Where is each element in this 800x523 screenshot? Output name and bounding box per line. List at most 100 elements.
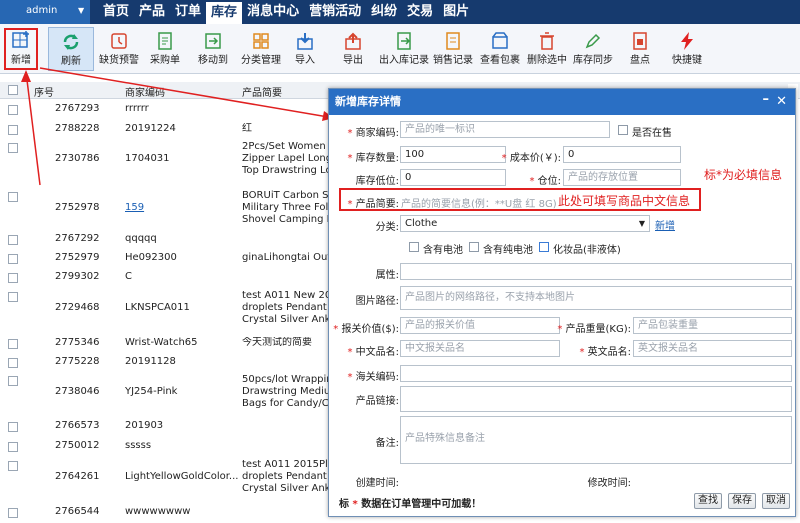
pure-battery-label: 含有纯电池 [483, 245, 533, 256]
row-checkbox[interactable] [8, 508, 18, 518]
brief-note: 此处可填写商品中文信息 [558, 194, 691, 208]
refresh-button[interactable]: 刷新 [48, 27, 94, 71]
row-checkbox[interactable] [8, 192, 18, 202]
purchase-order-button[interactable]: 采购单 [147, 27, 183, 71]
low-stock-input[interactable]: 0 [400, 169, 506, 186]
row-checkbox[interactable] [8, 442, 18, 452]
pure-battery-checkbox[interactable] [469, 242, 479, 252]
stock-check-button[interactable]: 盘点 [626, 27, 654, 71]
row-checkbox[interactable] [8, 273, 18, 283]
cancel-button[interactable]: 取消 [762, 493, 790, 509]
cell-code: YJ254-Pink [125, 386, 178, 397]
nav-trade[interactable]: 交易 [402, 0, 438, 24]
stockout-alert-button[interactable]: 缺货预警 [98, 27, 140, 71]
delete-selected-button[interactable]: 删除选中 [526, 27, 568, 71]
hs-code-input[interactable] [400, 365, 792, 382]
cell-brief: 50pcs/lot Wrapping Drawstring Medium Bag… [242, 374, 328, 409]
cell-id: 2752979 [55, 252, 100, 263]
attr-input[interactable] [400, 263, 792, 280]
chevron-down-icon: ▼ [638, 219, 645, 228]
nav-dispute[interactable]: 纠纷 [366, 0, 402, 24]
save-button[interactable]: 保存 [728, 493, 756, 509]
import-icon [297, 33, 313, 50]
nav-messages[interactable]: 消息中心 [242, 0, 304, 24]
search-button[interactable]: 查找 [694, 493, 722, 509]
battery-checkbox[interactable] [409, 242, 419, 252]
en-name-input[interactable]: 英文报关品名 [633, 340, 792, 357]
cosmetic-checkbox[interactable] [539, 242, 549, 252]
row-checkbox[interactable] [8, 143, 18, 153]
row-checkbox[interactable] [8, 105, 18, 115]
stock-io-record-button[interactable]: 出入库记录 [378, 27, 430, 71]
cell-id: 2752978 [55, 202, 100, 213]
note-input[interactable]: 产品特殊信息备注 [400, 416, 792, 464]
col-header-code[interactable]: 商家编码 [125, 84, 165, 99]
row-checkbox[interactable] [8, 358, 18, 368]
nav-marketing[interactable]: 营销活动 [304, 0, 366, 24]
close-icon[interactable]: ✕ [776, 89, 787, 115]
brief-input[interactable]: 产品的简要信息(例：**U盘 红 8G) [401, 195, 557, 210]
cell-code: Wrist-Watch65 [125, 337, 198, 348]
cell-brief: 今天测试的简要 [242, 337, 312, 348]
user-menu[interactable]: admin ▼ [0, 0, 90, 24]
declare-label: * 报关价值($): [333, 324, 399, 335]
add-inventory-dialog: 新增库存详情 – ✕ * 商家编码: 产品的唯一标识 是否在售 * 库存数量: … [328, 88, 796, 517]
nav-images[interactable]: 图片 [438, 0, 474, 24]
row-checkbox[interactable] [8, 422, 18, 432]
category-manage-button[interactable]: 分类管理 [240, 27, 282, 71]
on-sale-checkbox[interactable] [618, 125, 628, 135]
category-grid-icon [253, 33, 269, 49]
cell-code: 20191128 [125, 356, 176, 367]
nav-product[interactable]: 产品 [134, 0, 170, 24]
attr-label: 属性: [375, 270, 399, 281]
row-checkbox[interactable] [8, 125, 18, 135]
location-input[interactable]: 产品的存放位置 [563, 169, 681, 186]
cell-id: 2799302 [55, 271, 100, 282]
image-path-input[interactable]: 产品图片的网络路径，不支持本地图片 [400, 286, 792, 310]
view-package-button[interactable]: 查看包裹 [480, 27, 520, 71]
brief-label: * 产品简要: [347, 199, 399, 210]
refresh-label: 刷新 [61, 56, 81, 67]
cell-brief: 2Pcs/Set Women T Zipper Lapel Long Top D… [242, 141, 328, 176]
add-category-link[interactable]: 新增 [655, 217, 675, 232]
code-input[interactable]: 产品的唯一标识 [400, 121, 610, 138]
sales-record-button[interactable]: 销售记录 [432, 27, 474, 71]
row-checkbox[interactable] [8, 235, 18, 245]
add-button-highlight [4, 28, 38, 70]
category-select[interactable]: Clothe ▼ [400, 215, 650, 232]
cn-name-input[interactable]: 中文报关品名 [400, 340, 560, 357]
qty-label: * 库存数量: [347, 153, 399, 164]
col-header-id[interactable]: 序号 [34, 84, 54, 99]
weight-input[interactable]: 产品包装重量 [633, 317, 792, 334]
cost-input[interactable]: 0 [563, 146, 681, 163]
select-all-checkbox[interactable] [8, 85, 18, 95]
stock-sync-button[interactable]: 库存同步 [572, 27, 614, 71]
cn-name-label: * 中文品名: [347, 347, 399, 358]
product-link-input[interactable] [400, 386, 792, 412]
import-button[interactable]: 导入 [290, 27, 320, 71]
row-checkbox[interactable] [8, 376, 18, 386]
cell-code[interactable]: 159 [125, 202, 144, 214]
move-to-button[interactable]: 移动到 [193, 27, 233, 71]
cell-code: 201903 [125, 420, 164, 431]
row-checkbox[interactable] [8, 254, 18, 264]
row-checkbox[interactable] [8, 461, 18, 471]
nav-inventory[interactable]: 库存 [206, 2, 243, 24]
cell-code: wwwwwwww [125, 506, 191, 517]
cell-code: sssss [125, 440, 152, 451]
nav-home[interactable]: 首页 [98, 0, 134, 24]
on-sale-label: 是否在售 [632, 128, 672, 139]
export-button[interactable]: 导出 [338, 27, 368, 71]
row-checkbox[interactable] [8, 292, 18, 302]
cell-id: 2766544 [55, 506, 100, 517]
dialog-title: 新增库存详情 [335, 95, 401, 108]
move-icon [205, 33, 221, 49]
shortcut-button[interactable]: 快捷键 [670, 27, 704, 71]
nav-order[interactable]: 订单 [170, 0, 206, 24]
qty-input[interactable]: 100 [400, 146, 506, 163]
minimize-icon[interactable]: – [763, 87, 770, 113]
col-header-brief[interactable]: 产品简要 [242, 84, 282, 99]
declare-input[interactable]: 产品的报关价值 [400, 317, 560, 334]
row-checkbox[interactable] [8, 339, 18, 349]
cell-id: 2766573 [55, 420, 100, 431]
